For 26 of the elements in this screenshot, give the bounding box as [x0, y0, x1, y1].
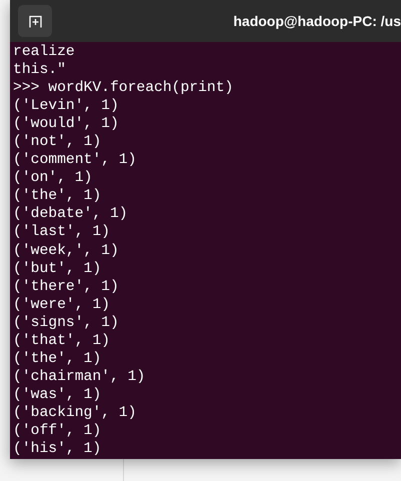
window-title: hadoop@hadoop-PC: /us — [233, 12, 401, 31]
terminal-line: ('Levin', 1) — [13, 97, 119, 116]
terminal-line: this." — [13, 61, 66, 80]
terminal-line: ('last', 1) — [13, 223, 110, 242]
terminal-line: ('that', 1) — [13, 332, 110, 350]
terminal-line: ('the', 1) — [13, 187, 102, 206]
terminal-line: ('but', 1) — [13, 260, 102, 278]
terminal-line: ('would', 1) — [13, 115, 119, 134]
terminal-line: ('chairman', 1) — [13, 368, 146, 386]
terminal-line: ('comment', 1) — [13, 151, 136, 170]
terminal-line: realize — [13, 43, 75, 62]
terminal-line: ('there', 1) — [13, 278, 119, 296]
terminal-line: ('backing', 1) — [13, 404, 136, 422]
terminal-line: ('debate', 1) — [13, 205, 128, 224]
new-tab-icon — [28, 14, 42, 28]
new-tab-button[interactable] — [18, 5, 52, 37]
terminal-line: >>> wordKV.foreach(print) — [13, 79, 234, 98]
terminal-line: ('his', 1) — [13, 440, 102, 458]
terminal-line: ('were', 1) — [13, 296, 110, 314]
terminal-line: ('week,', 1) — [13, 242, 119, 260]
terminal-line: ('on', 1) — [13, 169, 92, 188]
terminal-line: ('signs', 1) — [13, 314, 119, 332]
terminal-line: ('not', 1) — [13, 133, 102, 152]
terminal-line: ('off', 1) — [13, 422, 102, 440]
terminal-line: ('was', 1) — [13, 386, 102, 404]
terminal-line: ('the', 1) — [13, 350, 102, 368]
